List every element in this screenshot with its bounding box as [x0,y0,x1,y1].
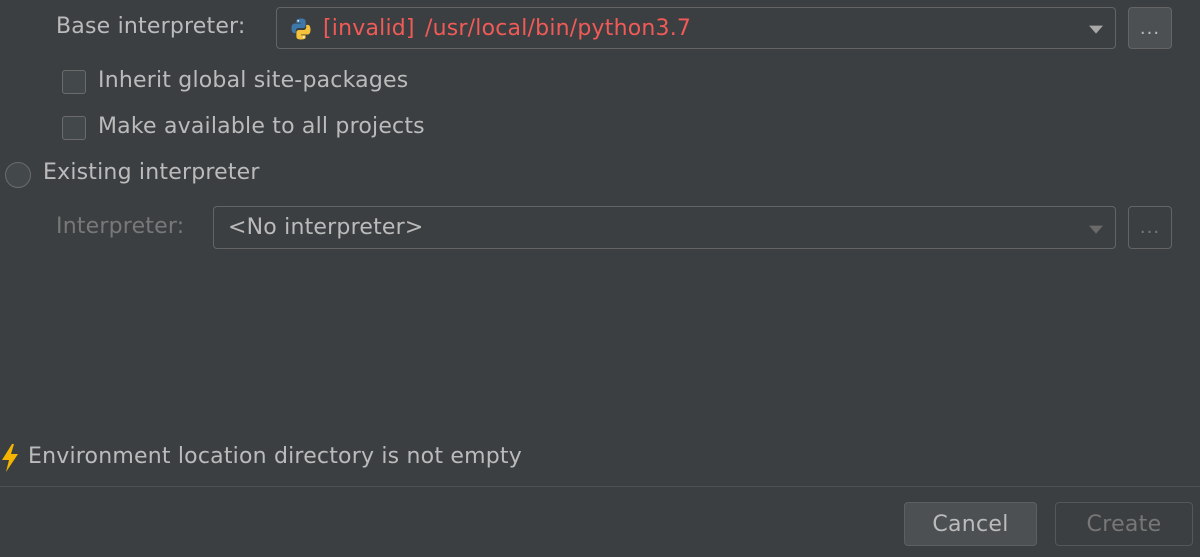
existing-interpreter-radio[interactable] [5,162,31,188]
base-interpreter-label: Base interpreter: [56,14,246,39]
make-available-label[interactable]: Make available to all projects [98,114,425,139]
chevron-down-icon[interactable] [1089,225,1103,234]
base-interpreter-combo[interactable]: [invalid] /usr/local/bin/python3.7 [276,7,1116,49]
chevron-down-icon[interactable] [1089,25,1103,34]
browse-base-interpreter-button[interactable]: ... [1128,7,1172,49]
footer-divider [0,486,1200,487]
interpreter-label: Interpreter: [56,214,185,239]
inherit-site-packages-label[interactable]: Inherit global site-packages [98,68,408,93]
lightning-icon [0,443,20,473]
interpreter-combo[interactable]: <No interpreter> [213,206,1116,249]
create-button[interactable]: Create [1055,502,1193,546]
warning-text: Environment location directory is not em… [28,444,522,469]
existing-interpreter-label[interactable]: Existing interpreter [43,160,260,185]
inherit-site-packages-checkbox[interactable] [62,70,86,94]
interpreter-value: <No interpreter> [228,215,424,240]
invalid-prefix: [invalid] [323,15,415,41]
python-icon [289,17,313,41]
browse-interpreter-button[interactable]: ... [1128,206,1172,249]
cancel-button[interactable]: Cancel [904,502,1037,546]
base-interpreter-path: /usr/local/bin/python3.7 [425,15,692,41]
make-available-checkbox[interactable] [62,116,86,140]
